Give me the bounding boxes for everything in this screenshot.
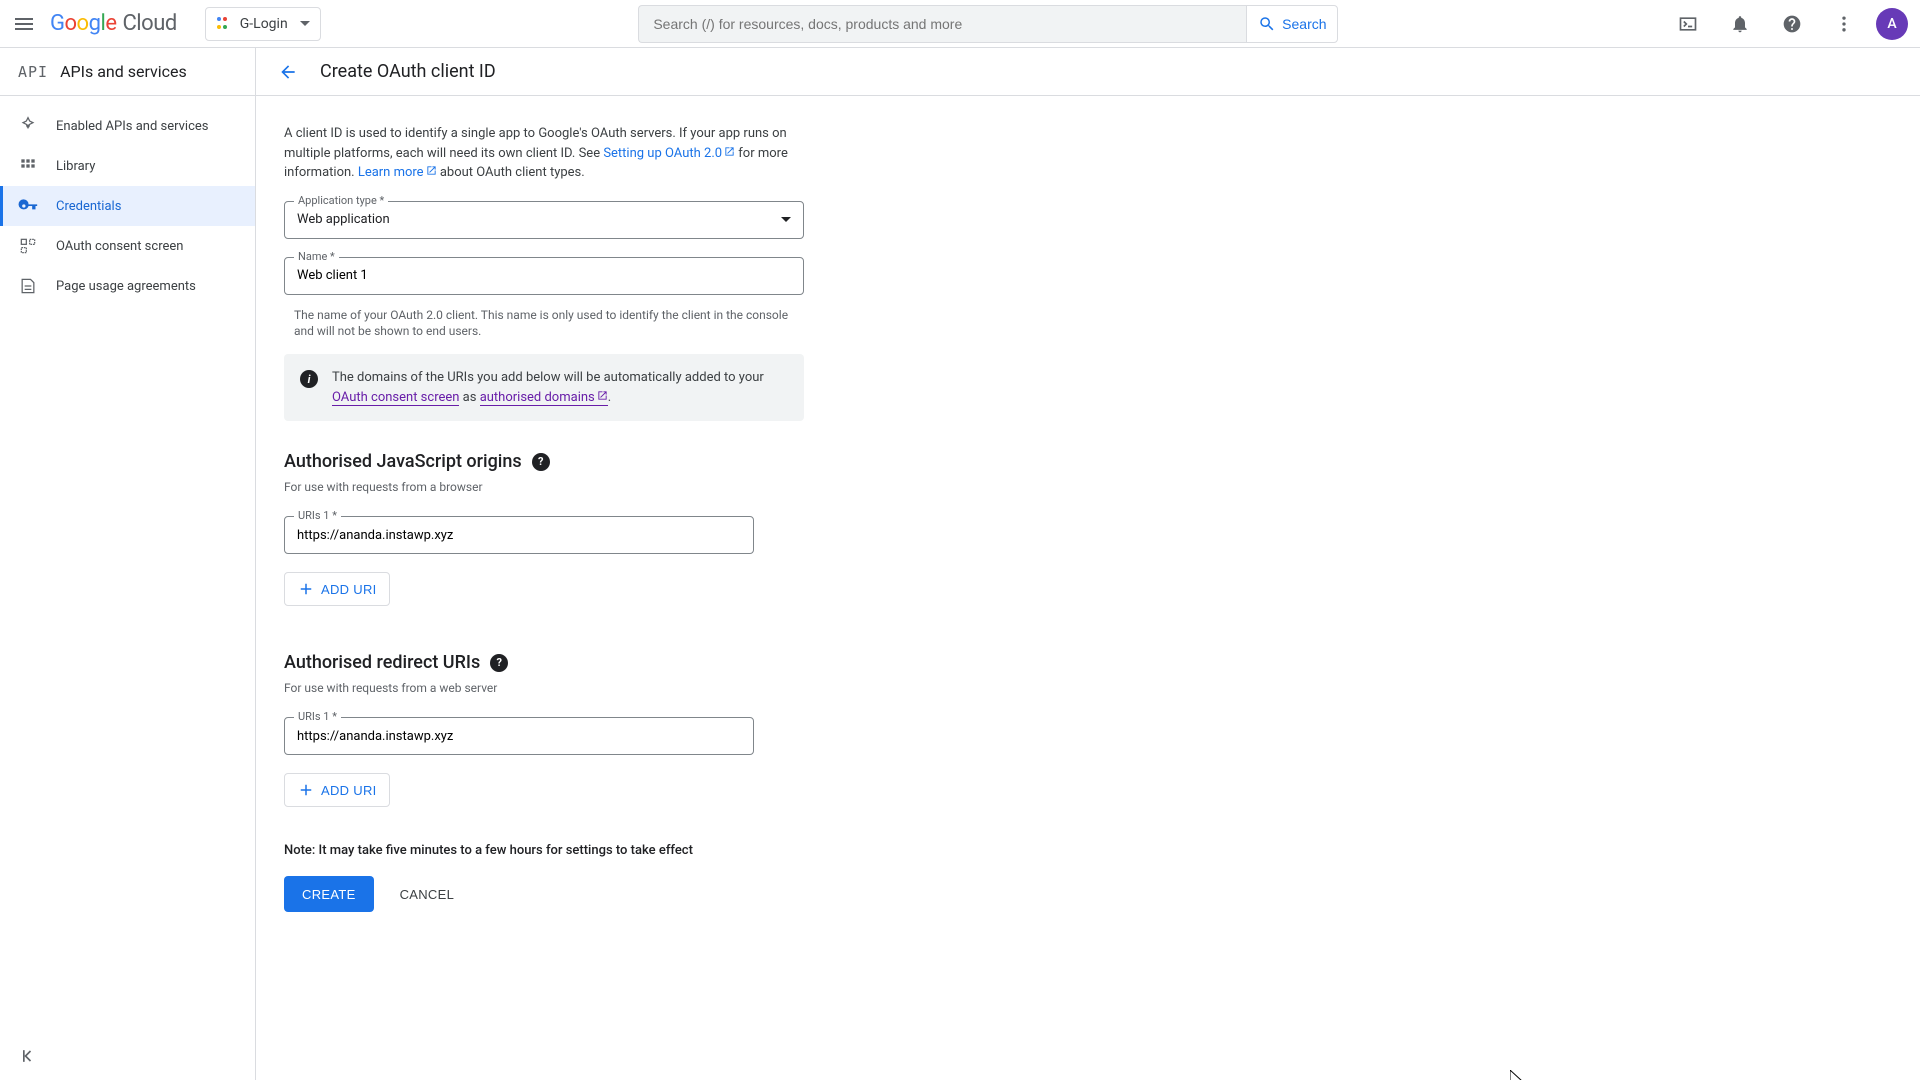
- js-origins-help-icon[interactable]: ?: [532, 453, 550, 471]
- learn-more-link[interactable]: Learn more: [358, 165, 437, 180]
- application-type-field: Application type * Web application: [284, 201, 804, 239]
- nav-oauth-consent[interactable]: OAuth consent screen: [0, 226, 255, 266]
- section-header: API APIs and services: [0, 48, 256, 95]
- js-origins-sub: For use with requests from a browser: [284, 480, 804, 494]
- back-button[interactable]: [276, 60, 300, 84]
- redirect-heading: Authorised redirect URIs: [284, 652, 480, 673]
- external-link-icon: [597, 388, 608, 399]
- intro-text: A client ID is used to identify a single…: [284, 124, 804, 183]
- library-icon: [18, 156, 38, 176]
- search-button[interactable]: Search: [1246, 5, 1338, 43]
- js-origins-heading: Authorised JavaScript origins: [284, 451, 522, 472]
- api-badge: API: [18, 63, 48, 81]
- hamburger-menu-icon[interactable]: [12, 12, 36, 36]
- external-link-icon: [724, 144, 735, 155]
- agreements-icon: [18, 276, 38, 296]
- redirect-add-uri-button[interactable]: ADD URI: [284, 773, 390, 807]
- arrow-left-icon: [278, 62, 298, 82]
- domains-info-box: i The domains of the URIs you add below …: [284, 354, 804, 421]
- oauth-consent-link[interactable]: OAuth consent screen: [332, 390, 459, 406]
- page-title: Create OAuth client ID: [320, 61, 496, 82]
- authorised-domains-link[interactable]: authorised domains: [480, 390, 608, 406]
- nav-enabled-apis[interactable]: Enabled APIs and services: [0, 106, 255, 146]
- consent-icon: [18, 236, 38, 256]
- project-picker[interactable]: G-Login: [205, 7, 321, 41]
- nav-library[interactable]: Library: [0, 146, 255, 186]
- info-icon: i: [300, 370, 318, 388]
- cancel-button[interactable]: CANCEL: [390, 876, 465, 912]
- redirect-heading-row: Authorised redirect URIs ?: [284, 652, 804, 673]
- js-origins-add-uri-button[interactable]: ADD URI: [284, 572, 390, 606]
- google-wordmark: Google: [50, 11, 116, 36]
- section-title: APIs and services: [60, 62, 187, 81]
- search-icon: [1258, 15, 1276, 33]
- chevron-down-icon: [300, 21, 310, 26]
- nav-page-usage[interactable]: Page usage agreements: [0, 266, 255, 306]
- name-field: Name *: [284, 257, 804, 295]
- help-icon[interactable]: [1772, 4, 1812, 44]
- application-type-label: Application type *: [294, 194, 388, 207]
- page-header: Create OAuth client ID: [256, 60, 496, 84]
- search-box: Search: [638, 5, 1338, 43]
- chevron-left-icon: [18, 1046, 38, 1066]
- plus-icon: [297, 580, 315, 598]
- action-row: CREATE CANCEL: [284, 876, 804, 912]
- js-origins-uri-input[interactable]: [297, 528, 741, 543]
- cloud-wordmark: Cloud: [122, 11, 176, 36]
- redirect-help-icon[interactable]: ?: [490, 654, 508, 672]
- project-icon: [216, 16, 232, 32]
- create-button[interactable]: CREATE: [284, 876, 374, 912]
- js-origins-uri-field: URIs 1 *: [284, 516, 754, 554]
- title-bar: API APIs and services Create OAuth clien…: [0, 48, 1920, 96]
- key-icon: [18, 196, 38, 216]
- chevron-down-icon: [781, 217, 791, 222]
- name-label: Name *: [294, 250, 339, 263]
- name-helper: The name of your OAuth 2.0 client. This …: [284, 303, 804, 355]
- name-input[interactable]: [297, 268, 791, 283]
- content-area: A client ID is used to identify a single…: [256, 96, 1920, 1080]
- top-utility-icons: A: [1668, 4, 1908, 44]
- search-input[interactable]: [638, 5, 1246, 43]
- redirect-uri-label: URIs 1 *: [294, 710, 341, 723]
- more-icon[interactable]: [1824, 4, 1864, 44]
- redirect-uri-input[interactable]: [297, 729, 741, 744]
- cloud-shell-icon[interactable]: [1668, 4, 1708, 44]
- account-avatar[interactable]: A: [1876, 8, 1908, 40]
- sidebar-nav: Enabled APIs and services Library Creden…: [0, 96, 256, 1080]
- nav-credentials[interactable]: Credentials: [0, 186, 255, 226]
- js-origins-uri-label: URIs 1 *: [294, 509, 341, 522]
- js-origins-heading-row: Authorised JavaScript origins ?: [284, 451, 804, 472]
- search-button-label: Search: [1282, 16, 1326, 32]
- project-name: G-Login: [240, 16, 288, 32]
- redirect-uri-field: URIs 1 *: [284, 717, 754, 755]
- external-link-icon: [426, 163, 437, 174]
- apis-icon: [18, 116, 38, 136]
- note-text: Note: It may take five minutes to a few …: [284, 843, 804, 858]
- notifications-icon[interactable]: [1720, 4, 1760, 44]
- redirect-sub: For use with requests from a web server: [284, 681, 804, 695]
- plus-icon: [297, 781, 315, 799]
- google-cloud-logo[interactable]: Google Cloud: [44, 11, 183, 36]
- collapse-sidebar-button[interactable]: [18, 1046, 38, 1070]
- setting-up-link[interactable]: Setting up OAuth 2.0: [603, 146, 735, 161]
- top-bar: Google Cloud G-Login Search A: [0, 0, 1920, 48]
